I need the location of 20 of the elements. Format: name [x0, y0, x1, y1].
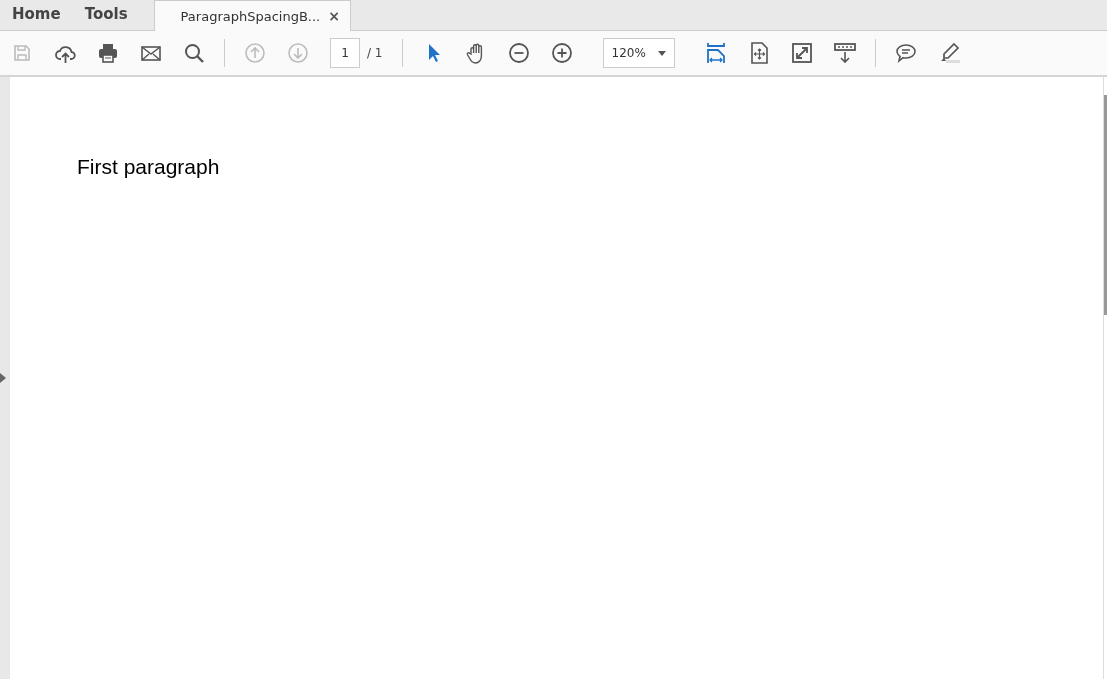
search-icon[interactable]: [183, 42, 205, 64]
print-icon[interactable]: [97, 42, 119, 64]
scrollbar-thumb[interactable]: [1104, 95, 1107, 315]
caret-icon: [657, 50, 666, 56]
expand-panel-icon[interactable]: [0, 373, 6, 383]
read-mode-icon[interactable]: [833, 42, 856, 64]
comment-icon[interactable]: [894, 42, 917, 64]
nav-tab[interactable]: Tools: [72, 0, 140, 30]
zoom-out-icon[interactable]: [507, 42, 530, 64]
close-tab-button[interactable]: ×: [328, 8, 340, 24]
document-tab[interactable]: ParagraphSpacingB... ×: [153, 0, 351, 31]
page-count: / 1: [367, 46, 383, 60]
zoom-dropdown[interactable]: 120%: [602, 38, 675, 68]
page-number-field[interactable]: 1: [330, 38, 360, 68]
zoom-in-icon[interactable]: [550, 42, 573, 64]
document-tab-title: ParagraphSpacingB...: [180, 8, 321, 24]
fit-width-icon[interactable]: [704, 42, 727, 64]
expand-icon[interactable]: [790, 42, 813, 64]
paragraph-text: First paragraph: [77, 155, 221, 179]
nav-tab[interactable]: Home: [0, 0, 73, 30]
